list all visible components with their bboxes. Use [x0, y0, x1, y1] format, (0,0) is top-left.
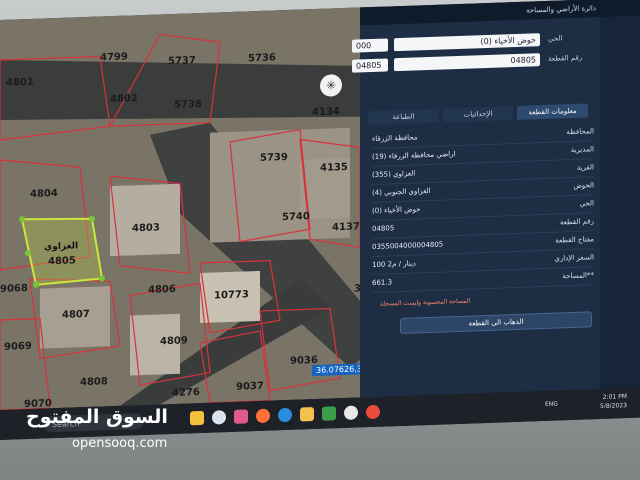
parcel-label: 5739	[260, 151, 288, 164]
parcel-label: 5740	[282, 211, 310, 224]
selected-parcel-overlay: الغزاوي	[44, 241, 79, 253]
info-key: المديرية	[570, 145, 594, 155]
parcel-label-selected: 4805	[48, 255, 76, 268]
parcel-label: 10773	[214, 289, 249, 302]
parcel-label: 4799	[100, 51, 128, 64]
parcel-label: 4135	[320, 161, 348, 174]
parcel-label: 4802	[110, 93, 138, 106]
parcel-number-label: رقم القطعة	[548, 53, 583, 63]
parcel-label: 4808	[80, 376, 108, 389]
parcel-label: 9068	[0, 283, 28, 295]
info-value: 04805	[372, 224, 395, 234]
info-value: حوض الأخياء (0)	[372, 205, 421, 216]
info-value: الغزاوي الجنوبي (4)	[372, 186, 431, 198]
district-code-field[interactable]: 000	[352, 38, 388, 53]
language-indicator[interactable]: ENG	[545, 401, 558, 408]
info-key: المساحة**	[562, 271, 594, 281]
store-icon[interactable]	[322, 406, 336, 421]
parcel-label: 5738	[174, 98, 202, 111]
watermark-latin: opensooq.com	[72, 436, 168, 451]
info-value: محافظة الزرقاء	[372, 133, 418, 144]
file-explorer-icon[interactable]	[190, 410, 204, 426]
tab-parcel-info[interactable]: معلومات القطعة	[517, 103, 589, 120]
parcel-label: 4276	[172, 387, 200, 399]
info-key: الحي	[579, 199, 594, 208]
info-value: الغزاوي (355)	[372, 169, 416, 180]
tab-coordinates[interactable]: الإحداثيات	[442, 106, 514, 123]
parcel-label: 4806	[148, 283, 176, 296]
parcel-label: 4803	[132, 222, 160, 235]
info-value: 661.3	[372, 278, 393, 288]
parcel-label: 4134	[312, 106, 340, 119]
system-clock[interactable]: 2:01 PM 5/8/2023	[600, 392, 627, 411]
map-view[interactable]: 4799 5737 5736 4801 4802 5738 4134 5739 …	[0, 6, 390, 411]
info-key: رقم القطعة	[559, 217, 594, 227]
clock-date: 5/8/2023	[600, 402, 627, 411]
app-title: دائرة الأراضي والمساحة	[526, 4, 596, 15]
info-key: الحوض	[573, 181, 594, 190]
info-key: مفتاح القطعة	[555, 235, 594, 245]
info-value: 0355004000004805	[372, 240, 444, 252]
parcel-label: 9069	[4, 340, 32, 353]
info-key: المحافظة	[566, 127, 594, 137]
parcel-label: 5736	[248, 52, 276, 65]
watermark-arabic: السوق المفتوح	[26, 406, 168, 428]
parcel-label: 4809	[160, 335, 188, 348]
info-key: القرية	[576, 163, 594, 172]
app-sidebar	[600, 0, 640, 390]
app-icon[interactable]	[234, 409, 248, 424]
parcel-label: 4804	[30, 187, 58, 200]
info-key: السعر الإداري	[554, 253, 594, 263]
parcel-label: 4801	[6, 76, 34, 89]
parcel-label: 4807	[62, 308, 90, 321]
folder-icon[interactable]	[300, 407, 314, 422]
watermark: السوق المفتوح	[26, 406, 168, 428]
tab-print[interactable]: الطباعة	[368, 108, 439, 126]
parcel-label: 4137	[332, 221, 360, 234]
map-canvas	[0, 6, 390, 411]
info-value: 100 دينار / م2	[372, 259, 416, 270]
parcel-label: 9037	[236, 380, 264, 393]
parcel-label: 5737	[168, 55, 196, 68]
screen: 4799 5737 5736 4801 4802 5738 4134 5739 …	[0, 0, 640, 441]
info-value: اراضي محافظة الزرقاء (19)	[372, 150, 456, 162]
parcel-code-field[interactable]: 04805	[352, 58, 388, 73]
district-label: الحي	[548, 34, 563, 43]
